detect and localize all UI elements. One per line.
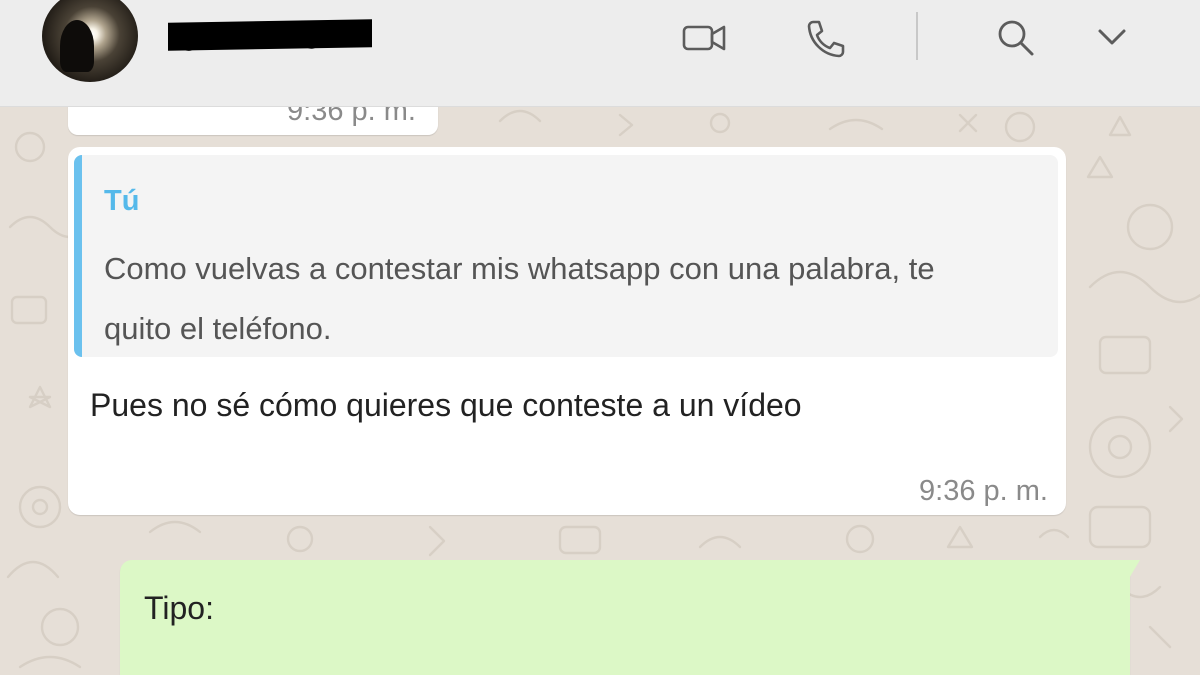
message-text: Tipo: — [144, 590, 214, 626]
incoming-message-bubble-previous[interactable]: 9:36 p. m. — [68, 107, 438, 135]
message-timestamp: 9:36 p. m. — [919, 475, 1048, 507]
header-divider — [916, 12, 918, 60]
video-call-icon[interactable] — [680, 14, 728, 62]
outgoing-bubble-tail — [1128, 560, 1140, 580]
chat-background: 9:36 p. m. Tú Como vuelvas a contestar m… — [0, 107, 1200, 675]
quoted-message[interactable]: Tú Como vuelvas a contestar mis whatsapp… — [74, 155, 1058, 357]
chevron-down-icon[interactable] — [1088, 14, 1136, 62]
quoted-message-author: Tú — [104, 185, 140, 217]
search-icon[interactable] — [992, 14, 1040, 62]
message-text: Pues no sé cómo quieres que conteste a u… — [90, 387, 802, 423]
outgoing-message-bubble[interactable]: Tipo: — [120, 560, 1130, 675]
voice-call-icon[interactable] — [802, 14, 850, 62]
message-timestamp: 9:36 p. m. — [287, 107, 416, 127]
quoted-message-text: Como vuelvas a contestar mis whatsapp co… — [104, 251, 935, 346]
contact-name-redacted[interactable]: Ignacio Segado — [168, 18, 373, 52]
chat-header: Ignacio Segado — [0, 0, 1200, 107]
contact-avatar[interactable] — [42, 0, 138, 82]
avatar-silhouette — [60, 20, 94, 72]
quote-accent-bar — [74, 155, 82, 357]
incoming-message-bubble[interactable]: Tú Como vuelvas a contestar mis whatsapp… — [68, 147, 1066, 515]
